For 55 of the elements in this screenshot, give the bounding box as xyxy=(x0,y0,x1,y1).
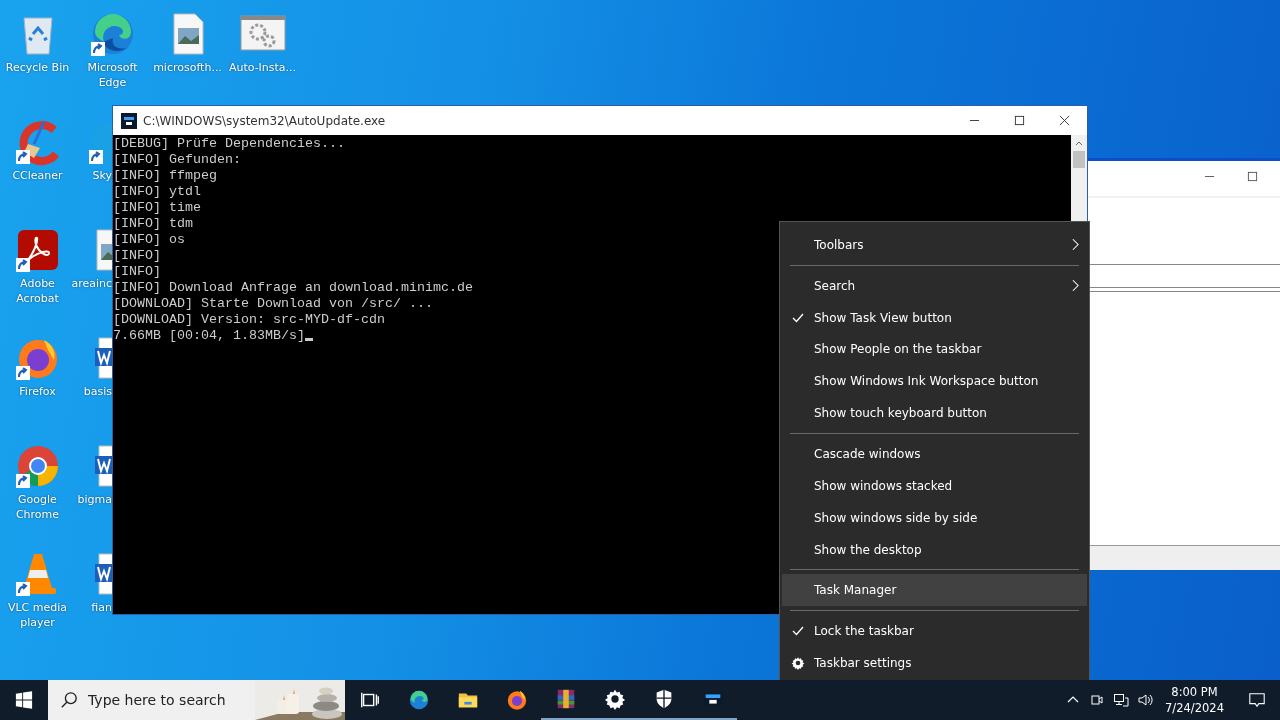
menu-item[interactable]: Show windows side by side xyxy=(782,501,1087,534)
console-line: [INFO] tdm xyxy=(113,216,193,232)
menu-item[interactable]: Lock the taskbar xyxy=(782,615,1087,648)
icon-label: Firefox xyxy=(19,384,56,399)
scroll-thumb[interactable] xyxy=(1073,151,1085,168)
menu-item[interactable]: Show Task View button xyxy=(782,301,1087,334)
icon-label: bigma xyxy=(77,492,112,507)
ccleaner-icon[interactable] xyxy=(13,118,62,166)
menu-item[interactable]: Toolbars xyxy=(782,229,1087,261)
console-line: [DOWNLOAD] Starte Download von /src/ ... xyxy=(113,296,433,312)
edge-icon xyxy=(407,689,430,711)
app-icon xyxy=(121,112,137,129)
console-line: [INFO] time xyxy=(113,200,201,216)
settings-icon xyxy=(603,688,626,710)
icon-label: CCleaner xyxy=(12,168,63,183)
firefox-icon xyxy=(505,689,528,711)
icon-label: Google Chrome xyxy=(14,492,61,522)
menu-item[interactable]: Show Windows Ink Workspace button xyxy=(782,365,1087,398)
chevron-right-icon xyxy=(1072,238,1079,252)
menu-item[interactable]: Cascade windows xyxy=(782,438,1087,470)
icon-label: VLC media player xyxy=(6,600,69,630)
console-line: [DOWNLOAD] Version: src-MYD-df-cdn xyxy=(113,312,385,328)
menu-item[interactable]: Search xyxy=(782,269,1087,302)
menu-item[interactable]: Task Manager xyxy=(782,574,1087,607)
console-line: [DEBUG] Prüfe Dependencies... xyxy=(113,136,345,152)
menu-item[interactable]: Show the desktop xyxy=(782,533,1087,566)
search-icon xyxy=(60,691,78,709)
maximize-icon[interactable] xyxy=(1247,171,1258,182)
icon-label: fian xyxy=(91,600,112,615)
menu-item[interactable]: Show touch keyboard button xyxy=(782,397,1087,430)
chevron-right-icon xyxy=(1072,279,1079,293)
icon-label: Sky xyxy=(92,168,112,183)
icon-label: Adobe Acrobat xyxy=(15,276,60,306)
menu-item[interactable]: Show windows stacked xyxy=(782,469,1087,502)
icon-label: microsofth... xyxy=(153,60,222,75)
console-line: [INFO] Download Anfrage an download.minimc.de xyxy=(113,280,473,296)
icon-label: Microsoft Edge xyxy=(86,60,139,90)
menu-item[interactable]: Show People on the taskbar xyxy=(782,333,1087,366)
menu-item[interactable]: Taskbar settings xyxy=(782,647,1087,679)
icon-label: basis xyxy=(83,384,112,399)
console-line: [INFO] ytdl xyxy=(113,184,201,200)
clock[interactable]: 8:00 PM 7/24/2024 xyxy=(1157,684,1232,716)
search-field[interactable]: Type here to search xyxy=(48,680,345,720)
settings-icon xyxy=(791,656,805,671)
icon-label: Auto-Insta... xyxy=(228,60,297,75)
console-line: [INFO] os xyxy=(113,232,185,248)
console-line: [INFO] ffmpeg xyxy=(113,168,217,184)
console-line: [INFO] xyxy=(113,248,161,264)
window-title: C:\WINDOWS\system32\AutoUpdate.exe xyxy=(143,113,386,128)
console-line: [INFO] xyxy=(113,264,161,280)
icon-label: areainc xyxy=(71,276,112,291)
console-line: 7.66MB [00:04, 1.83MB/s] xyxy=(113,328,305,344)
console-line: [INFO] Gefunden: xyxy=(113,152,241,168)
text-cursor xyxy=(304,338,313,341)
icon-label: Recycle Bin xyxy=(5,60,70,75)
